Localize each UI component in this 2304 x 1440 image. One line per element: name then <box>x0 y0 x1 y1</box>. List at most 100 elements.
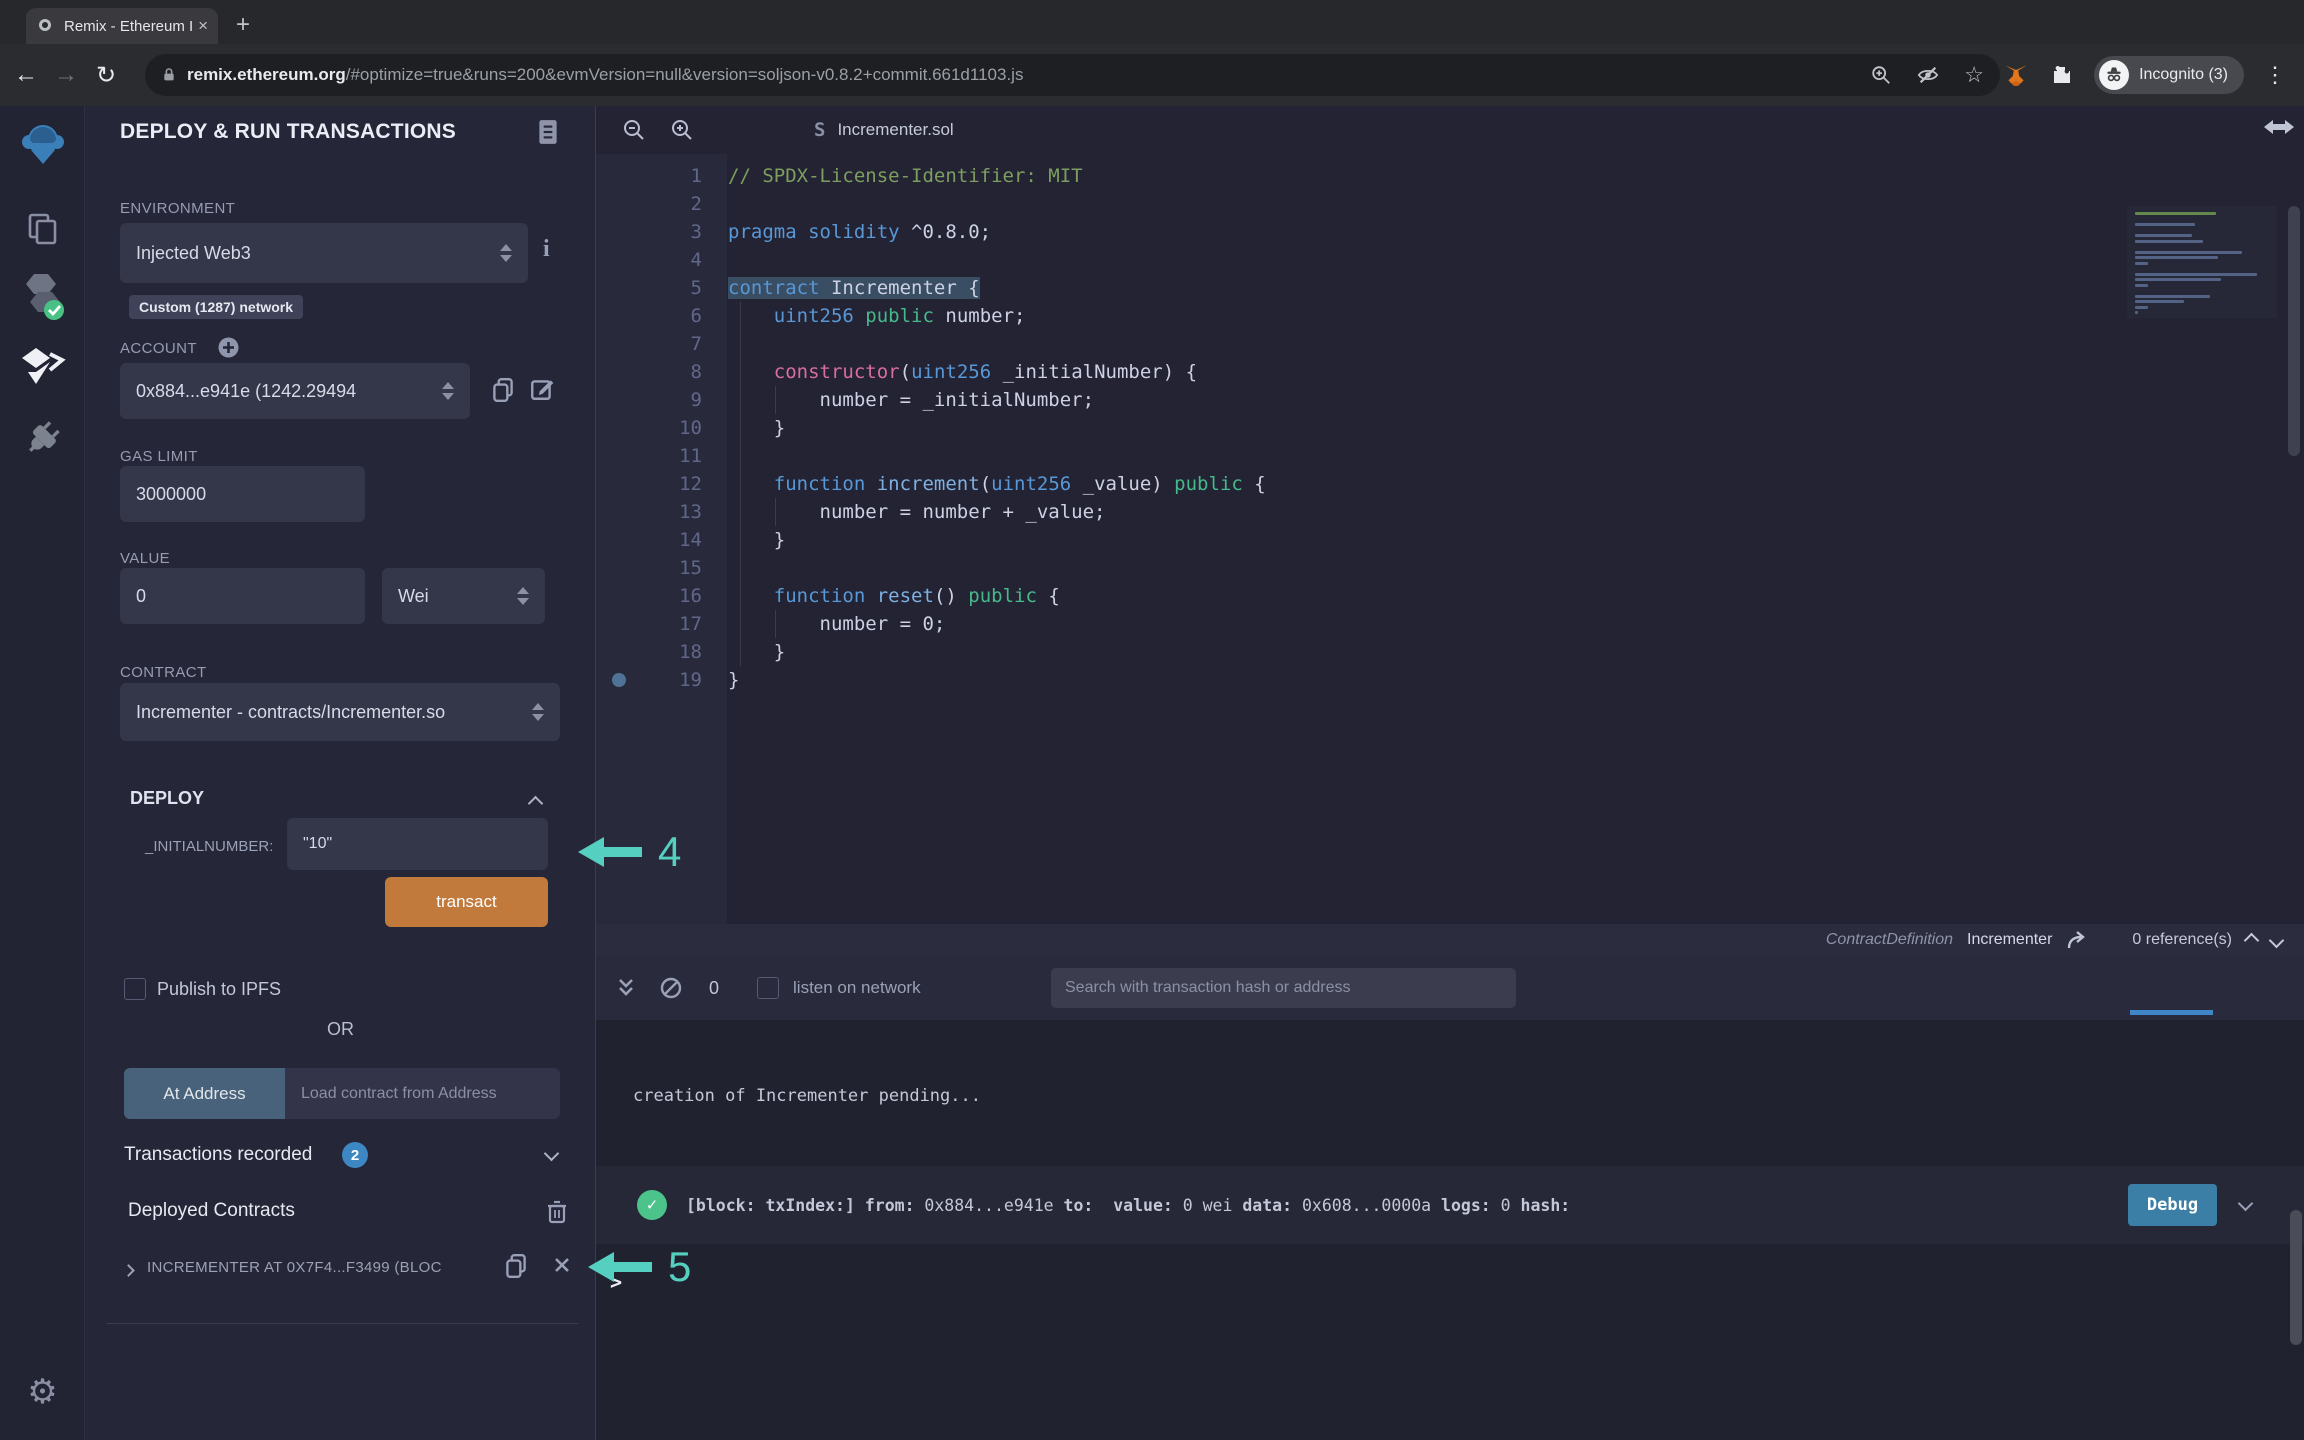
transaction-log-row[interactable]: ✓ [block: txIndex:] from: 0x884...e941e … <box>596 1166 2304 1244</box>
remove-contract-icon[interactable] <box>553 1256 571 1274</box>
code-line[interactable]: 19} <box>596 666 2304 694</box>
code-line[interactable]: 12 function increment(uint256 _value) pu… <box>596 470 2304 498</box>
code-line[interactable]: 13 number = number + _value; <box>596 498 2304 526</box>
info-icon[interactable]: i <box>543 236 550 263</box>
gas-limit-input[interactable] <box>120 466 365 522</box>
docs-book-icon[interactable] <box>535 118 561 146</box>
code-line[interactable]: 17 number = 0; <box>596 610 2304 638</box>
editor-terminal-area: S Incrementer.sol 1// SPDX-License-Ident… <box>596 106 2304 1440</box>
plugin-manager-icon[interactable] <box>0 418 85 458</box>
code-line[interactable]: 5contract Incrementer { <box>596 274 2304 302</box>
new-tab-icon[interactable]: + <box>228 10 258 40</box>
edit-account-icon[interactable] <box>529 376 555 402</box>
browser-toolbar: ← → ↻ remix.ethereum.org/#optimize=true&… <box>0 44 2304 106</box>
zoom-out-icon[interactable] <box>622 118 646 142</box>
deployed-contracts-label: Deployed Contracts <box>128 1200 295 1222</box>
solidity-compiler-icon[interactable] <box>0 270 85 322</box>
bookmark-star-icon[interactable]: ☆ <box>1964 62 1984 88</box>
listen-network-checkbox[interactable] <box>757 977 779 999</box>
terminal-drag-handle[interactable] <box>2130 1010 2213 1015</box>
code-line[interactable]: 14 } <box>596 526 2304 554</box>
zoom-page-icon[interactable] <box>1870 64 1892 86</box>
expand-contract-icon[interactable] <box>122 1264 135 1277</box>
code-line[interactable]: 6 uint256 public number; <box>596 302 2304 330</box>
code-line[interactable]: 9 number = _initialNumber; <box>596 386 2304 414</box>
contract-select[interactable]: Incrementer - contracts/Incrementer.so <box>120 683 560 741</box>
zoom-in-icon[interactable] <box>670 118 694 142</box>
transact-button[interactable]: transact <box>385 877 548 927</box>
panel-divider <box>107 1323 578 1324</box>
code-line[interactable]: 18 } <box>596 638 2304 666</box>
goto-reference-icon[interactable] <box>2066 930 2088 950</box>
copy-contract-icon[interactable] <box>503 1252 529 1280</box>
incognito-badge[interactable]: Incognito (3) <box>2094 56 2244 94</box>
panel-title: DEPLOY & RUN TRANSACTIONS <box>120 120 456 144</box>
value-input[interactable] <box>120 568 365 624</box>
url-bar[interactable]: remix.ethereum.org/#optimize=true&runs=2… <box>145 54 2000 96</box>
transactions-chevron-icon[interactable] <box>544 1146 560 1162</box>
param-input[interactable] <box>287 818 548 870</box>
contract-label: CONTRACT <box>120 664 207 681</box>
code-line[interactable]: 4 <box>596 246 2304 274</box>
value-unit-select[interactable]: Wei <box>382 568 545 624</box>
next-reference-icon[interactable] <box>2269 932 2285 948</box>
browser-menu-icon[interactable]: ⋮ <box>2264 62 2286 88</box>
account-select[interactable]: 0x884...e941e (1242.29494 <box>120 363 470 419</box>
code-line[interactable]: 16 function reset() public { <box>596 582 2304 610</box>
deploy-run-icon[interactable] <box>0 346 85 386</box>
code-line[interactable]: 15 <box>596 554 2304 582</box>
prev-reference-icon[interactable] <box>2244 932 2260 948</box>
breakpoint-dot[interactable] <box>612 673 626 687</box>
tab-close-icon[interactable]: × <box>198 16 208 36</box>
back-icon[interactable]: ← <box>6 61 46 89</box>
tx-summary: [block: txIndex:] from: 0x884...e941e to… <box>686 1166 1570 1244</box>
annotation-arrow-4: 4 <box>578 828 681 876</box>
contract-value: Incrementer - contracts/Incrementer.so <box>136 702 540 723</box>
code-line[interactable]: 1// SPDX-License-Identifier: MIT <box>596 162 2304 190</box>
editor-scrollbar[interactable] <box>2288 206 2300 456</box>
terminal-output[interactable]: creation of Incrementer pending... ✓ [bl… <box>596 1020 2304 1440</box>
terminal-scrollbar[interactable] <box>2290 1210 2302 1345</box>
code-editor[interactable]: 1// SPDX-License-Identifier: MIT23pragma… <box>596 154 2304 924</box>
status-context: ContractDefinition <box>1826 931 1953 949</box>
expand-horizontal-icon[interactable] <box>2264 116 2294 138</box>
or-label: OR <box>85 1019 596 1040</box>
editor-header: S Incrementer.sol <box>596 106 2304 154</box>
deployed-contract-item[interactable]: INCREMENTER AT 0X7F4...F3499 (BLOC <box>147 1259 442 1276</box>
at-address-button[interactable]: At Address <box>124 1068 285 1119</box>
browser-tab[interactable]: Remix - Ethereum IDE × <box>26 8 218 44</box>
copy-account-icon[interactable] <box>490 376 516 404</box>
tab-favicon <box>36 17 54 35</box>
metamask-icon[interactable] <box>2002 62 2030 88</box>
code-line[interactable]: 7 <box>596 330 2304 358</box>
file-explorer-icon[interactable] <box>0 210 85 248</box>
code-line[interactable]: 10 } <box>596 414 2304 442</box>
debug-button[interactable]: Debug <box>2128 1184 2217 1226</box>
clear-console-icon[interactable] <box>659 976 683 1000</box>
collapse-terminal-icon[interactable] <box>615 976 637 1000</box>
settings-gear-icon[interactable]: ⚙ <box>0 1372 85 1412</box>
terminal-search-input[interactable] <box>1051 968 1516 1008</box>
publish-ipfs-checkbox[interactable] <box>124 978 146 1000</box>
minimap[interactable] <box>2127 206 2277 318</box>
eye-hidden-icon[interactable] <box>1916 64 1940 86</box>
environment-select[interactable]: Injected Web3 <box>120 223 528 283</box>
forward-icon[interactable]: → <box>46 61 86 89</box>
editor-tab[interactable]: S Incrementer.sol <box>814 119 954 141</box>
code-line[interactable]: 8 constructor(uint256 _initialNumber) { <box>596 358 2304 386</box>
add-account-icon[interactable] <box>217 336 240 359</box>
annotation-arrow-5: 5 <box>588 1243 691 1291</box>
remix-icon-bar: ⚙ <box>0 106 85 1440</box>
reload-icon[interactable]: ↻ <box>86 61 126 90</box>
code-line[interactable]: 11 <box>596 442 2304 470</box>
code-line[interactable]: 3pragma solidity ^0.8.0; <box>596 218 2304 246</box>
clear-contracts-trash-icon[interactable] <box>545 1198 569 1225</box>
code-line[interactable]: 2 <box>596 190 2304 218</box>
remix-logo-icon[interactable] <box>0 120 85 170</box>
account-label: ACCOUNT <box>120 340 197 357</box>
expand-tx-icon[interactable] <box>2238 1196 2254 1212</box>
gas-limit-label: GAS LIMIT <box>120 448 198 465</box>
at-address-input[interactable] <box>285 1068 560 1119</box>
collapse-deploy-icon[interactable] <box>528 796 544 812</box>
extensions-puzzle-icon[interactable] <box>2050 63 2074 87</box>
